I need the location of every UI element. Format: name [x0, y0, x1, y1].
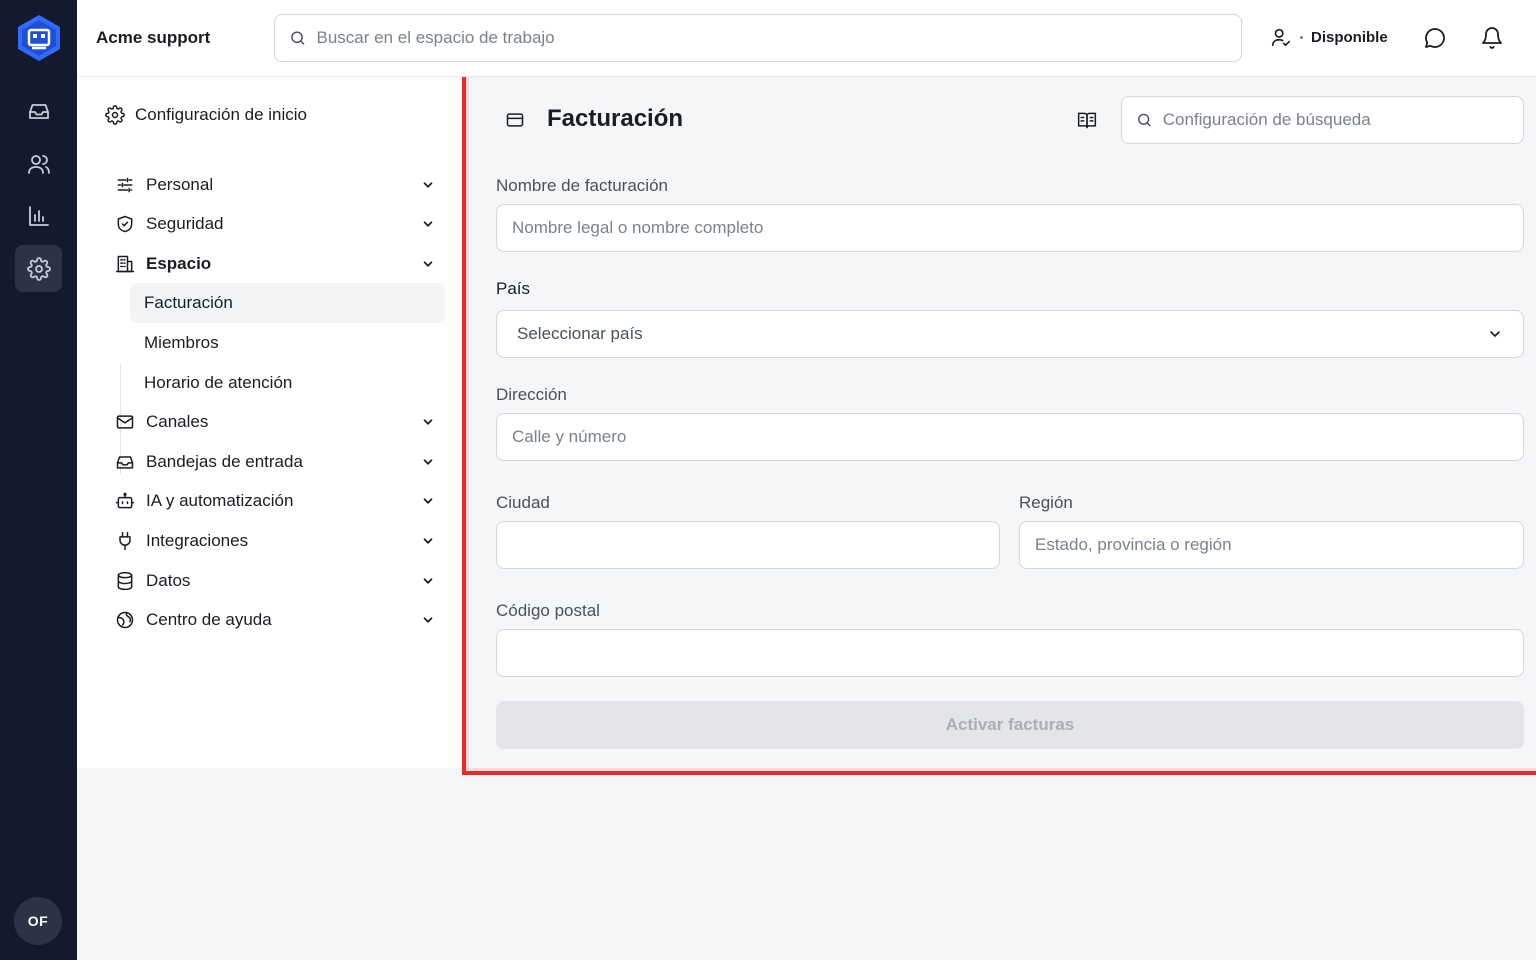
- nav-item-channels[interactable]: Canales: [115, 404, 435, 440]
- nav-item-workspace[interactable]: Espacio: [115, 246, 435, 282]
- nav-item-label: Integraciones: [146, 531, 249, 550]
- billing-settings-panel: Facturación Nombre de facturación País S…: [462, 77, 1536, 775]
- chat-bubble-icon[interactable]: [1423, 26, 1447, 50]
- nav-item-label: Personal: [146, 175, 214, 194]
- globe-icon: [116, 611, 134, 629]
- subnav-item-office-hours[interactable]: Horario de atención: [130, 363, 445, 403]
- settings-home-link[interactable]: Configuración de inicio: [105, 105, 307, 125]
- credit-card-icon: [506, 113, 524, 127]
- country-select[interactable]: Seleccionar país: [496, 310, 1524, 358]
- city-label: Ciudad: [496, 493, 550, 512]
- user-status-icon: [1271, 28, 1291, 47]
- gear-icon: [26, 256, 51, 281]
- country-label: País: [496, 279, 531, 298]
- chevron-down-icon: [423, 538, 433, 544]
- chevron-down-icon: [423, 221, 433, 227]
- search-icon: [291, 31, 305, 45]
- users-icon: [27, 154, 50, 174]
- chevron-down-icon: [423, 419, 433, 425]
- page-title: Facturación: [547, 105, 684, 132]
- plug-icon: [119, 531, 131, 551]
- nav-item-data[interactable]: Datos: [115, 563, 435, 599]
- chevron-down-icon: [423, 261, 433, 267]
- nav-item-inboxes[interactable]: Bandejas de entrada: [115, 444, 435, 480]
- availability-status[interactable]: Disponible: [1270, 26, 1388, 48]
- nav-item-label: IA y automatización: [146, 491, 294, 510]
- top-header: Acme support Disponible: [77, 0, 1536, 77]
- postal-code-label: Código postal: [496, 601, 600, 620]
- subnav-item-billing[interactable]: Facturación: [130, 283, 445, 323]
- settings-home-label: Configuración de inicio: [135, 105, 307, 124]
- rail-settings-button[interactable]: [15, 245, 62, 292]
- city-input[interactable]: [496, 521, 1000, 569]
- user-avatar[interactable]: OF: [14, 897, 62, 945]
- nav-item-label: Espacio: [146, 254, 212, 273]
- left-rail: OF: [0, 0, 77, 960]
- global-search-box[interactable]: [274, 14, 1242, 62]
- building-icon: [115, 255, 135, 273]
- sliders-icon: [117, 177, 133, 193]
- address-label: Dirección: [496, 385, 567, 404]
- app-logo-icon[interactable]: [16, 14, 62, 62]
- subnav-item-members[interactable]: Miembros: [130, 323, 445, 363]
- settings-nav: Configuración de inicio Personal Segurid…: [77, 77, 460, 768]
- nav-item-label: Centro de ayuda: [146, 610, 272, 629]
- search-icon: [1138, 113, 1151, 127]
- nav-item-personal[interactable]: Personal: [115, 167, 435, 203]
- status-label: Disponible: [1311, 28, 1388, 46]
- nav-item-label: Seguridad: [146, 214, 224, 233]
- region-label: Región: [1019, 493, 1073, 512]
- chevron-down-icon: [423, 459, 433, 465]
- bar-chart-icon: [28, 205, 49, 226]
- rail-inbox-button[interactable]: [15, 87, 62, 134]
- settings-search-input[interactable]: [1162, 110, 1523, 130]
- bell-icon[interactable]: [1480, 26, 1504, 50]
- settings-search-box[interactable]: [1121, 96, 1524, 144]
- bot-icon: [115, 492, 135, 509]
- nav-item-label: Bandejas de entrada: [146, 452, 303, 471]
- gear-icon: [105, 105, 125, 125]
- shield-check-icon: [117, 215, 133, 233]
- nav-item-security[interactable]: Seguridad: [115, 206, 435, 242]
- book-open-icon[interactable]: [1077, 110, 1097, 130]
- nav-item-help-center[interactable]: Centro de ayuda: [115, 602, 435, 638]
- postal-code-input[interactable]: [496, 629, 1524, 677]
- inbox-icon: [116, 456, 134, 469]
- global-search-input[interactable]: [316, 28, 1241, 48]
- country-select-value: Seleccionar país: [517, 324, 643, 343]
- activate-invoices-button[interactable]: Activar facturas: [496, 701, 1524, 749]
- billing-name-input[interactable]: [496, 204, 1524, 252]
- nav-item-label: Canales: [146, 412, 209, 431]
- inbox-icon: [28, 103, 49, 119]
- billing-name-label: Nombre de facturación: [496, 176, 668, 195]
- billing-form: Facturación Nombre de facturación País S…: [466, 77, 1536, 771]
- address-input[interactable]: [496, 413, 1524, 461]
- workspace-name[interactable]: Acme support: [96, 28, 210, 48]
- chevron-down-icon: [423, 578, 433, 584]
- status-separator: [1300, 35, 1303, 39]
- mail-icon: [116, 415, 134, 429]
- nav-item-label: Datos: [146, 571, 191, 590]
- nav-item-integrations[interactable]: Integraciones: [115, 523, 435, 559]
- chevron-down-icon: [423, 498, 433, 504]
- chevron-down-icon: [1490, 331, 1500, 337]
- chevron-down-icon: [423, 182, 433, 188]
- region-input[interactable]: [1019, 521, 1524, 569]
- chevron-down-icon: [423, 617, 433, 623]
- rail-contacts-button[interactable]: [15, 140, 62, 187]
- rail-reports-button[interactable]: [15, 192, 62, 239]
- nav-item-ai-automation[interactable]: IA y automatización: [115, 483, 435, 519]
- database-icon: [117, 571, 133, 591]
